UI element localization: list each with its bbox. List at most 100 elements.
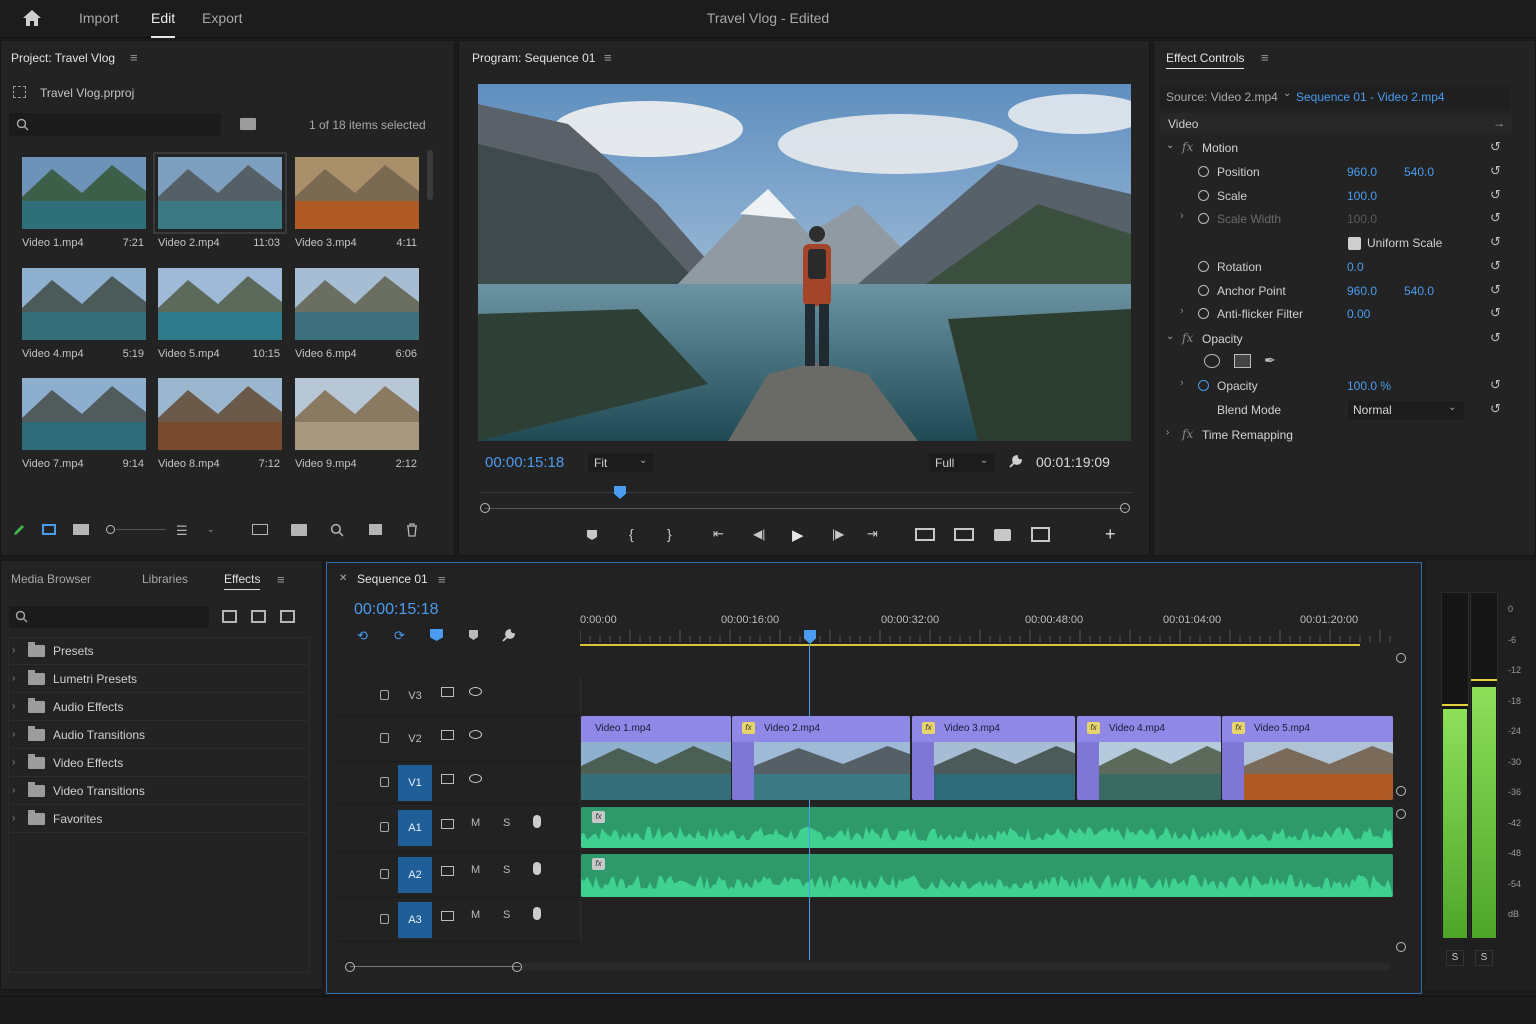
reset-icon[interactable]: ↺ bbox=[1490, 258, 1501, 274]
add-button-icon[interactable]: + bbox=[1105, 524, 1116, 545]
lock-icon[interactable] bbox=[380, 690, 389, 700]
linked-selection-icon[interactable]: ⟳ bbox=[394, 628, 405, 644]
track-header[interactable]: V3 bbox=[338, 676, 580, 716]
mark-out-icon[interactable]: } bbox=[667, 526, 672, 542]
microphone-icon[interactable] bbox=[533, 815, 541, 828]
chevron-right-icon[interactable]: › bbox=[12, 673, 15, 684]
mute-button[interactable]: M bbox=[471, 864, 480, 876]
tab-libraries[interactable]: Libraries bbox=[142, 572, 188, 586]
effects-search-input[interactable] bbox=[9, 606, 209, 628]
mute-button[interactable]: M bbox=[471, 909, 480, 921]
project-thumbnail[interactable] bbox=[158, 378, 282, 450]
add-marker-icon[interactable] bbox=[587, 530, 597, 540]
position-row[interactable]: Position 960.0 540.0 ↺ bbox=[1162, 161, 1512, 184]
chevron-right-icon[interactable]: › bbox=[1180, 305, 1184, 317]
reset-icon[interactable]: ↺ bbox=[1490, 282, 1501, 298]
audio-clip-a1[interactable]: fx bbox=[581, 807, 1393, 848]
chevron-right-icon[interactable]: › bbox=[1180, 210, 1184, 222]
timeline-ruler[interactable] bbox=[580, 606, 1396, 646]
effects-menu-icon[interactable]: ≡ bbox=[277, 572, 285, 587]
project-thumbnail[interactable] bbox=[22, 268, 146, 340]
track-target[interactable]: A3 bbox=[398, 902, 432, 938]
sync-lock-icon[interactable] bbox=[441, 866, 454, 876]
pencil-icon[interactable] bbox=[12, 523, 26, 537]
chevron-right-icon[interactable]: › bbox=[12, 813, 15, 824]
antiflicker-row[interactable]: › Anti-flicker Filter 0.00 ↺ bbox=[1162, 303, 1512, 326]
sync-lock-icon[interactable] bbox=[441, 911, 454, 921]
reset-icon[interactable]: ↺ bbox=[1490, 377, 1501, 393]
solo-button[interactable]: S bbox=[503, 909, 510, 921]
reset-icon[interactable]: ↺ bbox=[1490, 139, 1501, 155]
time-remapping-group[interactable]: › fx Time Remapping bbox=[1162, 424, 1512, 447]
project-scrollbar[interactable] bbox=[427, 150, 433, 200]
sync-lock-icon[interactable] bbox=[441, 730, 454, 740]
effects-folder[interactable]: › Video Transitions bbox=[10, 778, 308, 805]
video-clip[interactable]: fx Video 2.mp4 bbox=[732, 716, 910, 800]
trash-icon[interactable] bbox=[406, 523, 418, 537]
tab-effects[interactable]: Effects bbox=[224, 572, 261, 590]
new-bin-icon[interactable] bbox=[240, 118, 256, 130]
arrow-right-icon[interactable]: → bbox=[1493, 116, 1505, 130]
zoom-end-handle[interactable] bbox=[512, 962, 522, 972]
program-playhead[interactable] bbox=[614, 486, 626, 499]
effects-folder[interactable]: › Audio Effects bbox=[10, 694, 308, 721]
lift-icon[interactable] bbox=[915, 528, 935, 541]
track-header[interactable]: V2 bbox=[338, 716, 580, 762]
vertical-scroll-handle[interactable] bbox=[1396, 786, 1406, 796]
tab-export[interactable]: Export bbox=[202, 0, 242, 38]
sync-lock-icon[interactable] bbox=[441, 687, 454, 697]
chevron-right-icon[interactable]: › bbox=[12, 757, 15, 768]
stopwatch-icon[interactable] bbox=[1198, 285, 1209, 296]
chevron-down-icon[interactable]: ⌄ bbox=[1166, 331, 1174, 342]
scrubber-start-handle[interactable] bbox=[480, 503, 490, 513]
automate-icon[interactable] bbox=[252, 524, 268, 535]
chevron-down-icon[interactable]: ⌄ bbox=[1166, 140, 1174, 151]
tab-import[interactable]: Import bbox=[79, 0, 119, 38]
list-view-icon[interactable] bbox=[42, 524, 56, 535]
timeline-settings-icon[interactable] bbox=[501, 628, 516, 643]
track-target[interactable]: V2 bbox=[398, 721, 432, 757]
folder-icon[interactable] bbox=[291, 524, 307, 536]
stopwatch-icon[interactable] bbox=[1198, 166, 1209, 177]
scrubber-end-handle[interactable] bbox=[1120, 503, 1130, 513]
tab-edit[interactable]: Edit bbox=[151, 0, 176, 38]
fx-icon[interactable]: fx bbox=[1182, 427, 1193, 441]
stopwatch-icon[interactable] bbox=[1198, 261, 1209, 272]
track-target[interactable]: A2 bbox=[398, 857, 432, 893]
fx-icon[interactable]: fx bbox=[1182, 140, 1193, 154]
scale-row[interactable]: Scale 100.0 ↺ bbox=[1162, 185, 1512, 208]
wrench-icon[interactable] bbox=[1008, 454, 1023, 469]
step-back-icon[interactable]: ◀| bbox=[753, 527, 765, 541]
timeline-timecode[interactable]: 00:00:15:18 bbox=[354, 601, 439, 619]
effect-controls-title[interactable]: Effect Controls bbox=[1166, 51, 1245, 69]
fx-icon[interactable]: fx bbox=[1182, 331, 1193, 345]
project-thumbnail[interactable] bbox=[22, 157, 146, 229]
uniform-scale-checkbox[interactable] bbox=[1348, 237, 1361, 250]
zoom-slider[interactable] bbox=[106, 525, 166, 535]
reset-icon[interactable]: ↺ bbox=[1490, 330, 1501, 346]
tab-media-browser[interactable]: Media Browser bbox=[11, 572, 91, 586]
project-thumbnail[interactable] bbox=[158, 268, 282, 340]
comparison-icon[interactable] bbox=[1031, 527, 1050, 542]
lock-icon[interactable] bbox=[380, 777, 389, 787]
reset-icon[interactable]: ↺ bbox=[1490, 187, 1501, 203]
property-value[interactable]: 0.0 bbox=[1347, 260, 1364, 274]
vertical-scroll-handle[interactable] bbox=[1396, 809, 1406, 819]
reset-icon[interactable]: ↺ bbox=[1490, 401, 1501, 417]
horizontal-zoom-bar[interactable] bbox=[345, 961, 1395, 973]
video-clip[interactable]: fx Video 3.mp4 bbox=[912, 716, 1075, 800]
work-area-bar[interactable] bbox=[580, 644, 1360, 646]
reset-icon[interactable]: ↺ bbox=[1490, 210, 1501, 226]
sync-lock-icon[interactable] bbox=[441, 819, 454, 829]
accelerated-effects-icon[interactable] bbox=[222, 610, 237, 623]
effects-folder[interactable]: › Presets bbox=[10, 638, 308, 665]
project-search-input[interactable] bbox=[9, 113, 221, 136]
program-scrubber[interactable] bbox=[480, 484, 1132, 514]
program-menu-icon[interactable]: ≡ bbox=[604, 50, 612, 65]
microphone-icon[interactable] bbox=[533, 862, 541, 875]
property-value[interactable]: 0.00 bbox=[1347, 307, 1370, 321]
audio-clip-a2[interactable]: fx bbox=[581, 854, 1393, 897]
extract-icon[interactable] bbox=[954, 528, 974, 541]
property-value[interactable]: 100.0 % bbox=[1347, 379, 1391, 393]
effects-folder[interactable]: › Audio Transitions bbox=[10, 722, 308, 749]
